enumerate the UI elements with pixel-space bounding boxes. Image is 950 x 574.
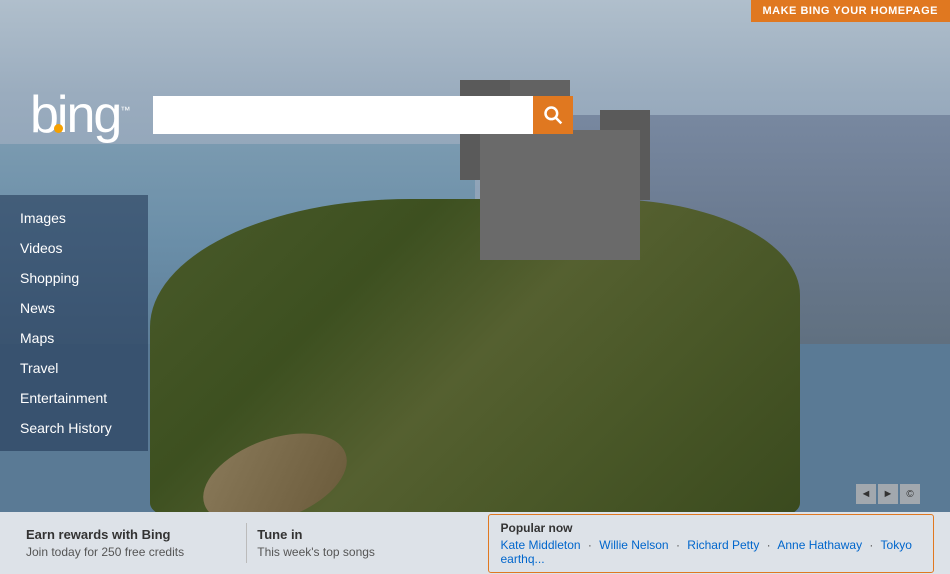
nav-videos[interactable]: Videos xyxy=(0,233,148,263)
logo-orange-dot xyxy=(54,124,63,133)
header: bing™ xyxy=(0,85,950,145)
popular-item-0[interactable]: Kate Middleton xyxy=(501,538,581,552)
prev-image-button[interactable]: ◄ xyxy=(856,484,876,504)
popular-item-2[interactable]: Richard Petty xyxy=(687,538,759,552)
nav-entertainment[interactable]: Entertainment xyxy=(0,383,148,413)
logo-n: n xyxy=(66,86,93,144)
nav-travel[interactable]: Travel xyxy=(0,353,148,383)
popular-section: Popular now Kate Middleton · Willie Nels… xyxy=(488,514,935,573)
search-button[interactable] xyxy=(533,96,573,134)
nav-maps[interactable]: Maps xyxy=(0,323,148,353)
dot-sep-4: · xyxy=(869,538,873,552)
bing-logo: bing™ xyxy=(30,85,128,145)
rewards-sub: Join today for 250 free credits xyxy=(26,545,236,559)
dot-sep-2: · xyxy=(676,538,680,552)
tunein-section: Tune in This week's top songs xyxy=(247,527,477,559)
rewards-section: Earn rewards with Bing Join today for 25… xyxy=(16,527,246,559)
copyright-button[interactable]: © xyxy=(900,484,920,504)
dot-sep-1: · xyxy=(588,538,592,552)
popular-title: Popular now xyxy=(501,521,922,535)
nav-news[interactable]: News xyxy=(0,293,148,323)
homepage-banner[interactable]: MAKE BING YOUR HOMEPAGE xyxy=(751,0,950,22)
search-icon xyxy=(543,105,563,125)
image-nav: ◄ ► © xyxy=(856,484,920,504)
rewards-title: Earn rewards with Bing xyxy=(26,527,236,542)
popular-item-3[interactable]: Anne Hathaway xyxy=(777,538,862,552)
nav-images[interactable]: Images xyxy=(0,203,148,233)
logo-g: g xyxy=(93,86,120,144)
search-container xyxy=(153,96,573,134)
tunein-sub: This week's top songs xyxy=(257,545,467,559)
trademark: ™ xyxy=(120,106,128,117)
tunein-title: Tune in xyxy=(257,527,467,542)
popular-item-1[interactable]: Willie Nelson xyxy=(599,538,668,552)
dot-sep-3: · xyxy=(767,538,771,552)
popular-items: Kate Middleton · Willie Nelson · Richard… xyxy=(501,538,922,566)
bottom-bar: Earn rewards with Bing Join today for 25… xyxy=(0,512,950,574)
search-input[interactable] xyxy=(153,96,533,134)
castle-body xyxy=(480,130,640,260)
logo-b: b xyxy=(30,86,57,144)
nav-search-history[interactable]: Search History xyxy=(0,413,148,443)
left-nav: Images Videos Shopping News Maps Travel … xyxy=(0,195,148,451)
nav-shopping[interactable]: Shopping xyxy=(0,263,148,293)
next-image-button[interactable]: ► xyxy=(878,484,898,504)
